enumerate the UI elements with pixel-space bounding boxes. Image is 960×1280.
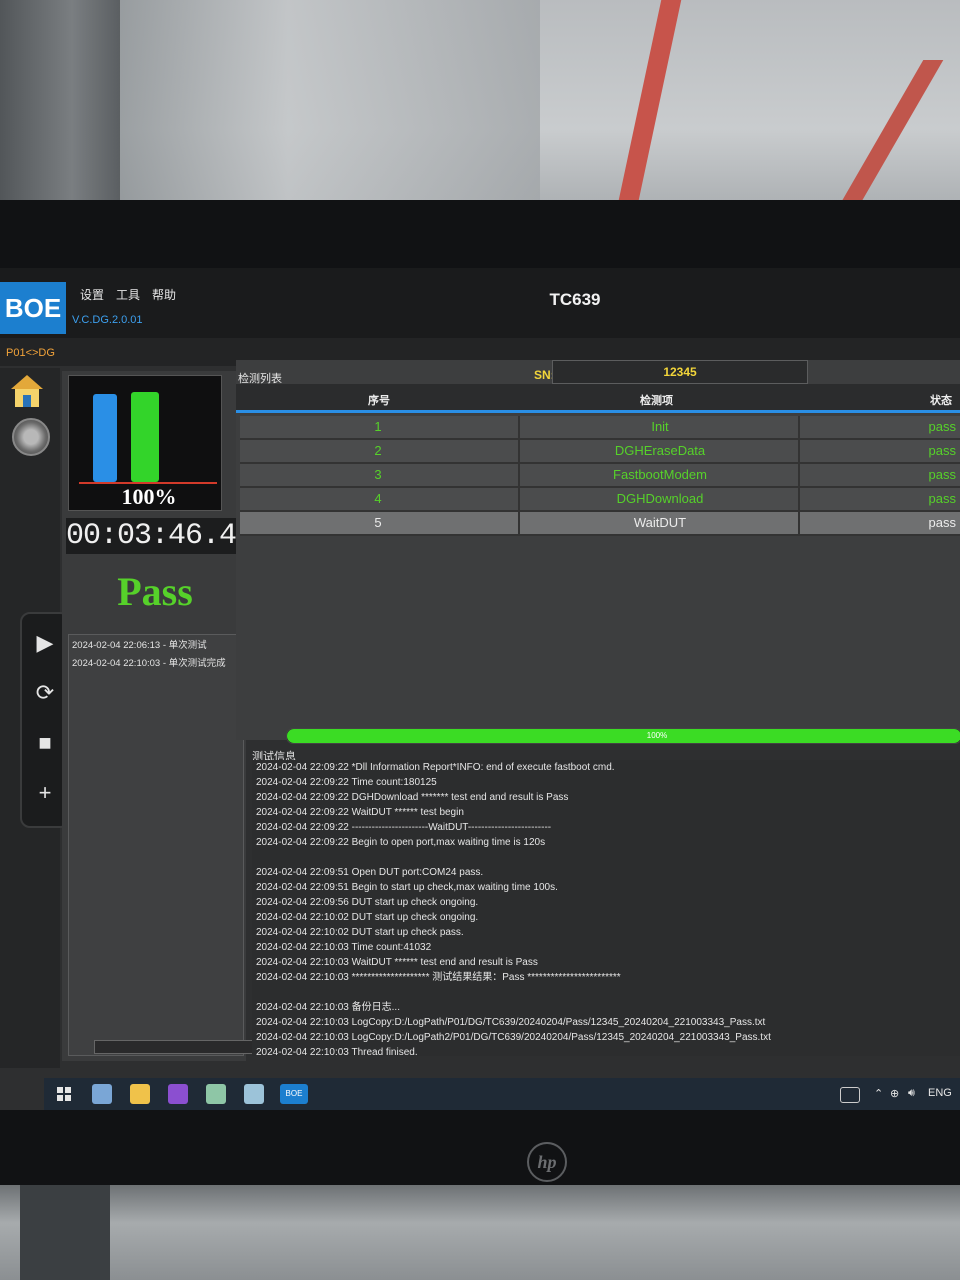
log-line: 2024-02-04 22:10:03 Thread finised. (256, 1047, 418, 1058)
row-item: DGHDownload (616, 491, 704, 506)
table-row[interactable]: 3 FastbootModem pass (240, 464, 960, 488)
row-no: 5 (374, 515, 382, 530)
overall-progress-bar: 100% (286, 728, 960, 744)
log-line: 2024-02-04 22:09:51 Open DUT port:COM24 … (256, 867, 484, 878)
route-label: P01<>DG (6, 347, 55, 359)
log-line: 2024-02-04 22:10:03 ********************… (256, 972, 621, 983)
row-no: 1 (374, 419, 382, 434)
stop-icon[interactable]: ■ (30, 728, 60, 758)
log-line: 2024-02-04 22:10:03 LogCopy:D:/LogPath/P… (256, 1017, 766, 1028)
log-line: 2024-02-04 22:09:22 WaitDUT ****** test … (256, 807, 464, 818)
test-log[interactable]: 2024-02-04 22:09:22 *Dll Information Rep… (252, 760, 960, 1058)
add-icon[interactable]: + (30, 778, 60, 808)
air-duct (120, 0, 540, 210)
row-status: pass (928, 515, 956, 530)
table-row[interactable]: 2 DGHEraseData pass (240, 440, 960, 464)
hp-logo: hp (527, 1142, 567, 1182)
left-nav: ▶ ⟳ ■ + (0, 368, 70, 1068)
row-item: Init (651, 419, 669, 434)
log-line: 2024-02-04 22:10:03 WaitDUT ****** test … (256, 957, 538, 968)
row-status: pass (928, 491, 956, 506)
row-status: pass (928, 419, 956, 434)
log-line: 2024-02-04 22:10:03 备份日志... (256, 1002, 400, 1013)
log-line: 2024-02-04 22:10:03 Time count:41032 (256, 942, 432, 953)
row-item: WaitDUT (633, 515, 687, 530)
log-line: 2024-02-04 22:09:22 --------------------… (256, 822, 552, 833)
gauge-percent: 100% (121, 484, 177, 509)
file-explorer-icon[interactable] (130, 1084, 150, 1104)
app-screen: BOE 设置 工具 帮助 V.C.DG.2.0.01 TC639 P01<>DG… (0, 268, 960, 1110)
column-divider (518, 416, 520, 438)
history-item: 2024-02-04 22:10:03 - 单次测试完成 (72, 658, 226, 669)
network-icon[interactable]: ⊕ (890, 1087, 899, 1100)
gauge-blue-bar (93, 394, 117, 482)
app-icon-2[interactable] (244, 1084, 264, 1104)
column-divider (518, 488, 520, 510)
play-icon[interactable]: ▶ (30, 628, 60, 658)
row-no: 2 (374, 443, 382, 458)
boe-app-icon[interactable]: BOE (280, 1084, 308, 1104)
visual-studio-icon[interactable] (168, 1084, 188, 1104)
log-line: 2024-02-04 22:10:03 LogCopy:D:/LogPath2/… (256, 1032, 771, 1043)
log-line: 2024-02-04 22:09:22 Begin to open port,m… (256, 837, 546, 848)
volume-icon[interactable]: 🔊︎ (908, 1087, 915, 1100)
menu-settings[interactable]: 设置 (80, 286, 104, 303)
network-app-icon[interactable] (92, 1084, 112, 1104)
settings-icon[interactable] (12, 418, 50, 456)
history-item: 2024-02-04 22:06:13 - 单次测试 (72, 640, 207, 651)
sn-field[interactable]: 12345 (552, 360, 808, 384)
menu-tools[interactable]: 工具 (116, 286, 140, 303)
log-line: 2024-02-04 22:09:51 Begin to start up ch… (256, 882, 558, 893)
language-indicator[interactable]: ENG (928, 1087, 952, 1099)
row-no: 4 (374, 491, 382, 506)
row-item: DGHEraseData (614, 443, 706, 458)
log-line: 2024-02-04 22:10:02 DUT start up check o… (256, 912, 479, 923)
table-row-selected[interactable]: 5 WaitDUT pass (240, 512, 960, 536)
row-status: pass (928, 467, 956, 482)
log-line: 2024-02-04 22:09:22 DGHDownload ******* … (256, 792, 569, 803)
log-line: 2024-02-04 22:09:56 DUT start up check o… (256, 897, 479, 908)
loop-icon[interactable]: ⟳ (30, 678, 60, 708)
menu-help[interactable]: 帮助 (152, 286, 176, 303)
progress-gauge: 100% (68, 375, 222, 511)
elapsed-timer: 00:03:46.432 (66, 518, 271, 554)
home-icon[interactable] (8, 372, 46, 410)
keyboard-icon[interactable] (840, 1087, 860, 1103)
log-line: 2024-02-04 22:09:22 Time count:180125 (256, 777, 437, 788)
windows-taskbar: BOE ⌃ ⊕ 🔊︎ ENG (44, 1078, 960, 1110)
log-line: 2024-02-04 22:09:22 *Dll Information Rep… (256, 762, 615, 773)
app-icon-1[interactable] (206, 1084, 226, 1104)
result-label: Pass (117, 569, 193, 614)
history-list: 2024-02-04 22:06:13 - 单次测试 2024-02-04 22… (68, 634, 244, 1056)
column-divider (518, 464, 520, 486)
column-divider (518, 440, 520, 462)
windows-start-icon[interactable] (54, 1084, 74, 1104)
column-divider (518, 512, 520, 534)
row-status: pass (928, 443, 956, 458)
floor-background (0, 1185, 960, 1280)
boe-logo: BOE (0, 282, 66, 334)
log-line: 2024-02-04 22:10:02 DUT start up check p… (256, 927, 464, 938)
table-row[interactable]: 1 Init pass (240, 416, 960, 440)
header-status: 状态 (930, 395, 952, 407)
progress-text: 100% (646, 731, 668, 740)
server-rack (0, 0, 120, 215)
row-item: FastbootModem (613, 467, 707, 482)
table-row[interactable]: 4 DGHDownload pass (240, 488, 960, 512)
header-item: 检测项 (640, 395, 673, 407)
version-label: V.C.DG.2.0.01 (72, 314, 143, 326)
title-bar: BOE 设置 工具 帮助 V.C.DG.2.0.01 TC639 (0, 268, 960, 338)
gauge-green-bar (131, 392, 159, 482)
history-scrollbar[interactable] (94, 1040, 256, 1054)
row-no: 3 (374, 467, 382, 482)
chevron-up-icon[interactable]: ⌃ (874, 1087, 883, 1100)
header-no: 序号 (368, 395, 390, 407)
window-title: TC639 (549, 290, 601, 309)
floor-rack (20, 1185, 110, 1280)
test-list-panel: 检测列表 SN: 12345 序号 检测项 状态 1 Init pass 2 D… (236, 360, 960, 740)
table-header: 序号 检测项 状态 (236, 384, 960, 413)
